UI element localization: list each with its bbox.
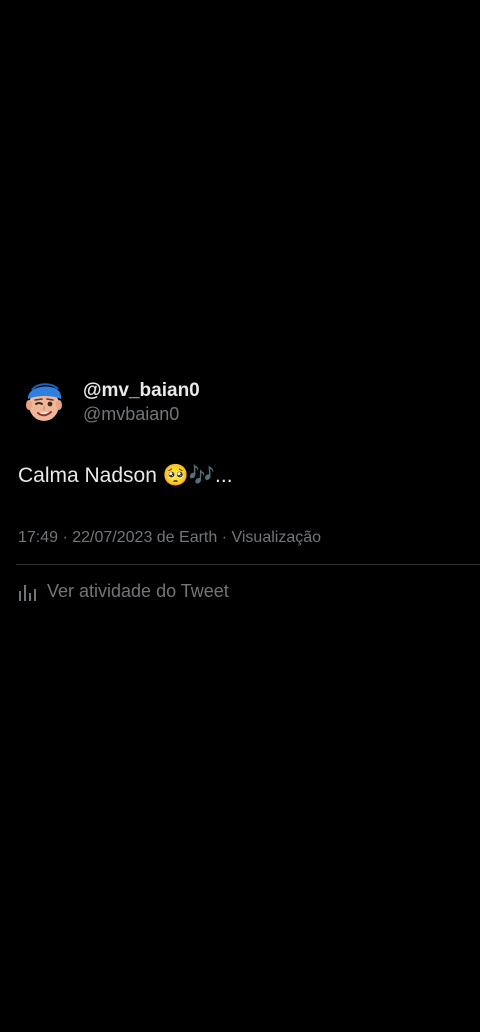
avatar[interactable] — [22, 376, 66, 424]
divider — [16, 564, 480, 565]
memoji-avatar-icon — [26, 383, 62, 421]
analytics-bar-chart-icon — [19, 584, 36, 601]
user-handle[interactable]: @mvbaian0 — [83, 404, 179, 425]
tweet-text: Calma Nadson 🥺🎶... — [18, 464, 233, 487]
tweet-metadata: 17:49 · 22/07/2023 de Earth · Visualizaç… — [18, 529, 322, 546]
view-tweet-activity-label: Ver atividade do Tweet — [47, 581, 229, 601]
display-name[interactable]: @mv_baian0 — [83, 380, 200, 402]
view-tweet-activity-button[interactable]: Ver atividade do Tweet — [18, 581, 229, 602]
